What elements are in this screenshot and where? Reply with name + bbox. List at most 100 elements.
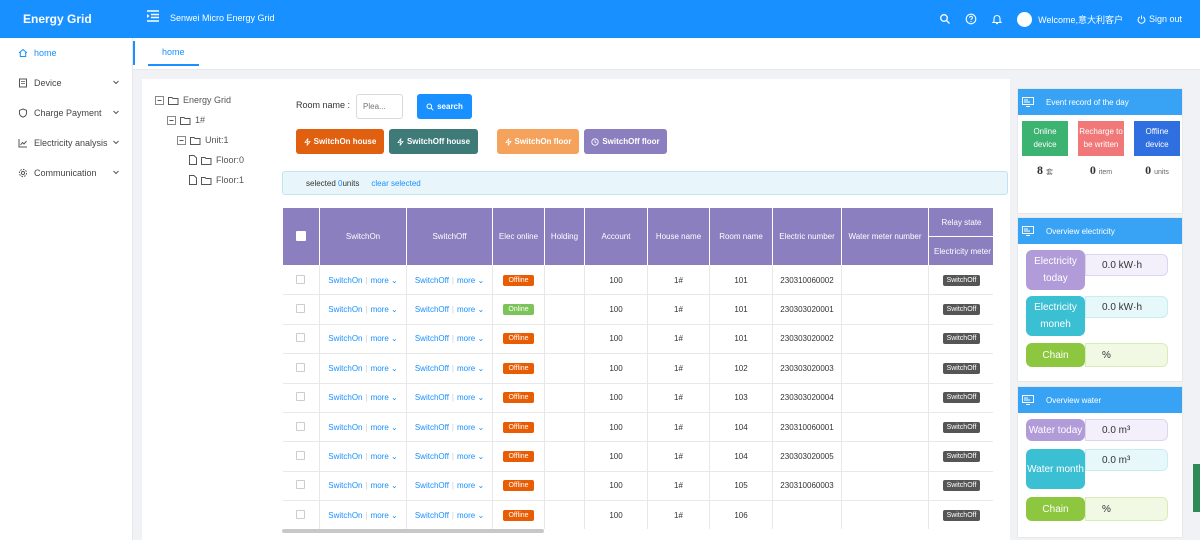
- table-row[interactable]: SwitchOn | more ⌄ SwitchOff | more ⌄ Offline 10…: [282, 324, 993, 355]
- relay-badge: SwitchOff: [942, 421, 981, 433]
- switch-on-link[interactable]: SwitchOn: [328, 364, 362, 373]
- row-checkbox[interactable]: [296, 421, 306, 431]
- welcome-text: Welcome,意大利客户: [1038, 14, 1123, 25]
- more-dropdown[interactable]: more ⌄: [371, 452, 398, 461]
- home-icon: [18, 48, 28, 57]
- tree-node-building[interactable]: 1#: [167, 115, 205, 125]
- menu-fold-icon[interactable]: [146, 9, 160, 23]
- more-dropdown[interactable]: more ⌄: [457, 364, 484, 373]
- more-dropdown[interactable]: more ⌄: [457, 334, 484, 343]
- sidebar-item-charge-payment[interactable]: Charge Payment: [0, 98, 132, 128]
- more-dropdown[interactable]: more ⌄: [371, 305, 398, 314]
- switch-off-house-button[interactable]: SwitchOff house: [389, 129, 478, 154]
- user-menu[interactable]: Welcome,意大利客户: [1017, 11, 1123, 27]
- col-switch-on: SwitchOn: [319, 207, 407, 266]
- row-checkbox[interactable]: [296, 362, 306, 372]
- more-dropdown[interactable]: more ⌄: [371, 334, 398, 343]
- table-row[interactable]: SwitchOn | more ⌄ SwitchOff | more ⌄ Offline 10…: [282, 441, 993, 472]
- switch-off-link[interactable]: SwitchOff: [415, 393, 449, 402]
- bell-icon[interactable]: [991, 13, 1003, 25]
- switch-off-link[interactable]: SwitchOff: [415, 364, 449, 373]
- separator: |: [365, 363, 368, 373]
- panel-title: Event record of the day: [1046, 97, 1129, 107]
- switch-off-link[interactable]: SwitchOff: [415, 305, 449, 314]
- row-checkbox[interactable]: [296, 451, 306, 461]
- more-dropdown[interactable]: more ⌄: [371, 423, 398, 432]
- switch-off-link[interactable]: SwitchOff: [415, 511, 449, 520]
- more-label: more: [457, 452, 476, 462]
- row-checkbox[interactable]: [296, 274, 306, 284]
- table-row[interactable]: SwitchOn | more ⌄ SwitchOff | more ⌄ Offline 10…: [282, 412, 993, 443]
- sidebar-item-device[interactable]: Device: [0, 68, 132, 98]
- more-dropdown[interactable]: more ⌄: [457, 393, 484, 402]
- switch-on-link[interactable]: SwitchOn: [328, 305, 362, 314]
- collapse-icon[interactable]: [167, 115, 176, 125]
- more-dropdown[interactable]: more ⌄: [457, 276, 484, 285]
- search-icon[interactable]: [939, 13, 951, 25]
- switch-on-link[interactable]: SwitchOn: [328, 393, 362, 402]
- more-dropdown[interactable]: more ⌄: [371, 276, 398, 285]
- row-checkbox[interactable]: [296, 509, 306, 519]
- more-dropdown[interactable]: more ⌄: [371, 481, 398, 490]
- more-dropdown[interactable]: more ⌄: [457, 423, 484, 432]
- switch-on-link[interactable]: SwitchOn: [328, 276, 362, 285]
- more-dropdown[interactable]: more ⌄: [371, 511, 398, 520]
- table-row[interactable]: SwitchOn | more ⌄ SwitchOff | more ⌄ Offline 10…: [282, 500, 993, 529]
- switch-on-house-button[interactable]: SwitchOn house: [296, 129, 384, 154]
- elec-online-cell: Offline: [492, 383, 545, 413]
- table-row[interactable]: SwitchOn | more ⌄ SwitchOff | more ⌄ Offline 10…: [282, 383, 993, 413]
- table-row[interactable]: SwitchOn | more ⌄ SwitchOff | more ⌄ Offline 10…: [282, 265, 993, 296]
- side-scroll-handle[interactable]: [1193, 464, 1200, 512]
- select-all-header: [282, 207, 320, 266]
- row-checkbox[interactable]: [296, 480, 306, 490]
- horizontal-scrollbar[interactable]: [282, 529, 544, 533]
- room-name-input[interactable]: [356, 94, 403, 119]
- row-checkbox[interactable]: [296, 333, 306, 343]
- switch-on-link[interactable]: SwitchOn: [328, 481, 362, 490]
- sidebar-item-electricity-analysis[interactable]: Electricity analysis: [0, 128, 132, 158]
- switch-off-link[interactable]: SwitchOff: [415, 276, 449, 285]
- chevron-down-icon: [113, 140, 119, 145]
- collapse-icon[interactable]: [177, 135, 186, 145]
- switch-off-link[interactable]: SwitchOff: [415, 334, 449, 343]
- switch-off-link[interactable]: SwitchOff: [415, 423, 449, 432]
- switch-off-floor-button[interactable]: SwitchOff floor: [584, 129, 667, 154]
- select-all-checkbox[interactable]: [296, 230, 306, 241]
- switch-on-floor-button[interactable]: SwitchOn floor: [497, 129, 579, 154]
- search-button[interactable]: search: [417, 94, 472, 119]
- tree-node-unit[interactable]: Unit:1: [177, 135, 229, 145]
- switch-on-link[interactable]: SwitchOn: [328, 334, 362, 343]
- tree-node-root[interactable]: Energy Grid: [155, 95, 231, 105]
- row-checkbox[interactable]: [296, 392, 306, 402]
- switch-off-link[interactable]: SwitchOff: [415, 452, 449, 461]
- help-icon[interactable]: [965, 13, 977, 25]
- switch-on-link[interactable]: SwitchOn: [328, 511, 362, 520]
- switch-on-link[interactable]: SwitchOn: [328, 452, 362, 461]
- more-label: more: [370, 422, 389, 432]
- switch-on-link[interactable]: SwitchOn: [328, 423, 362, 432]
- holding-cell: [544, 324, 585, 355]
- table-row[interactable]: SwitchOn | more ⌄ SwitchOff | more ⌄ Online 100…: [282, 294, 993, 325]
- tree-node-floor[interactable]: Floor:1: [189, 175, 244, 185]
- sidebar-item-communication[interactable]: Communication: [0, 158, 132, 188]
- collapse-icon[interactable]: [155, 95, 164, 105]
- more-dropdown[interactable]: more ⌄: [371, 364, 398, 373]
- row-checkbox[interactable]: [296, 304, 306, 314]
- sign-out-button[interactable]: Sign out: [1137, 14, 1182, 24]
- more-dropdown[interactable]: more ⌄: [457, 511, 484, 520]
- more-dropdown[interactable]: more ⌄: [457, 452, 484, 461]
- status-badge: Offline: [503, 333, 534, 345]
- more-dropdown[interactable]: more ⌄: [371, 393, 398, 402]
- electricity-month-label: Electricity moneh: [1026, 296, 1085, 336]
- tree-node-floor[interactable]: Floor:0: [189, 155, 244, 165]
- more-dropdown[interactable]: more ⌄: [457, 305, 484, 314]
- clear-selected-link[interactable]: clear selected: [371, 179, 420, 188]
- table-row[interactable]: SwitchOn | more ⌄ SwitchOff | more ⌄ Offline 10…: [282, 353, 993, 384]
- device-icon: [19, 78, 27, 88]
- tab-home[interactable]: home: [148, 38, 199, 66]
- switch-off-link[interactable]: SwitchOff: [415, 481, 449, 490]
- sidebar-item-home[interactable]: home: [0, 38, 132, 68]
- row-select-cell: [282, 353, 320, 384]
- table-row[interactable]: SwitchOn | more ⌄ SwitchOff | more ⌄ Offline 10…: [282, 471, 993, 502]
- more-dropdown[interactable]: more ⌄: [457, 481, 484, 490]
